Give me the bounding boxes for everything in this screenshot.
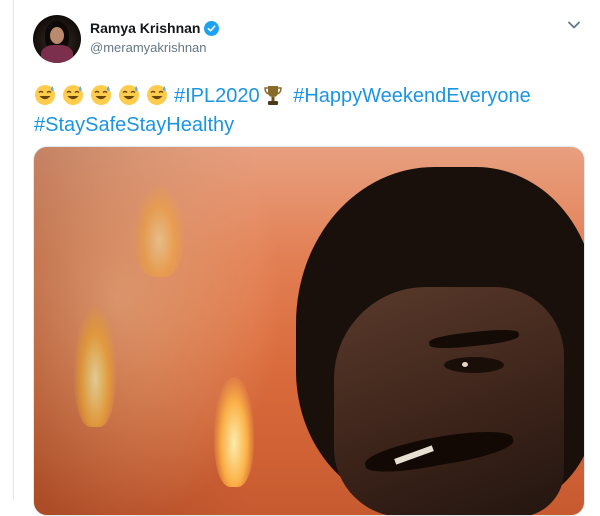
- hashtag-link[interactable]: #HappyWeekendEveryone: [293, 85, 531, 107]
- sweat-smile-emoji-icon: [62, 84, 84, 106]
- avatar[interactable]: [33, 15, 81, 63]
- verified-badge-icon: [204, 20, 220, 36]
- tweet-media[interactable]: [33, 146, 585, 516]
- avatar-body: [41, 45, 73, 63]
- chevron-down-icon[interactable]: [565, 16, 583, 34]
- media-shade: [34, 147, 584, 515]
- sweat-smile-emoji-icon: [118, 84, 140, 106]
- sweat-smile-emoji-icon: [146, 84, 168, 106]
- hashtag-link[interactable]: #StaySafeStayHealthy: [34, 114, 234, 136]
- avatar-face: [50, 27, 64, 44]
- sweat-smile-emoji-icon: [34, 84, 56, 106]
- tweet-card[interactable]: Ramya Krishnan @meramyakrishnan #IPL2020…: [13, 0, 600, 516]
- sweat-smile-emoji-icon: [90, 84, 112, 106]
- hashtag-link[interactable]: #IPL2020: [174, 85, 260, 107]
- trophy-icon: [263, 84, 282, 106]
- author-handle[interactable]: @meramyakrishnan: [90, 40, 207, 55]
- author-name[interactable]: Ramya Krishnan: [90, 20, 200, 36]
- tweet-text: #IPL2020 #HappyWeekendEveryone #StaySafe…: [34, 82, 594, 140]
- author-name-row[interactable]: Ramya Krishnan: [90, 20, 220, 36]
